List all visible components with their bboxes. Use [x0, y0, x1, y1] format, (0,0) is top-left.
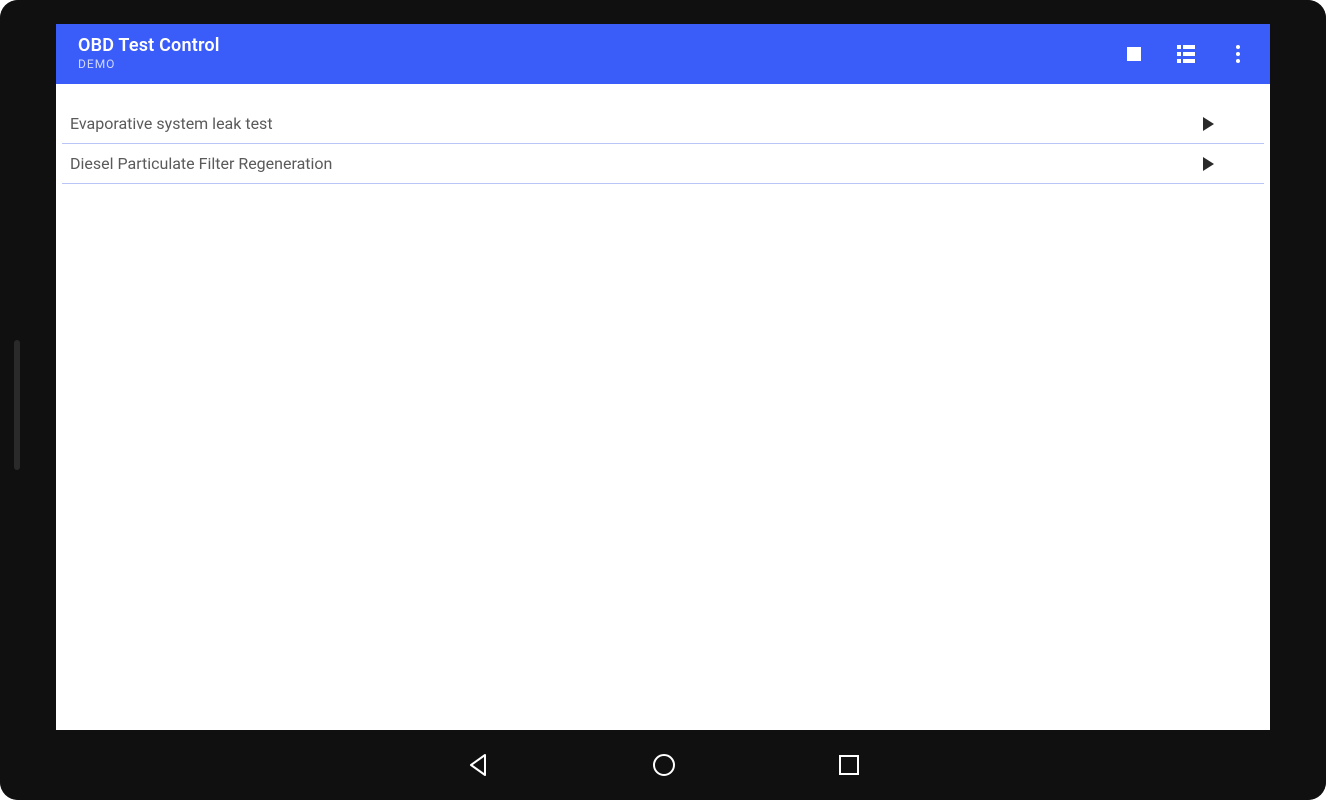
- app-screen: OBD Test Control DEMO: [56, 24, 1270, 730]
- bezel-left: [0, 0, 56, 800]
- recent-apps-icon: [837, 753, 861, 777]
- view-list-icon: [1177, 45, 1195, 63]
- stop-button[interactable]: [1120, 40, 1148, 68]
- home-icon: [651, 752, 677, 778]
- android-nav-bar: [56, 730, 1270, 800]
- play-icon: [1203, 117, 1214, 131]
- test-list: Evaporative system leak test Diesel Part…: [56, 84, 1270, 184]
- tablet-frame: OBD Test Control DEMO: [0, 0, 1326, 800]
- bezel-right: [1270, 0, 1326, 800]
- back-icon: [465, 752, 491, 778]
- view-list-button[interactable]: [1172, 40, 1200, 68]
- test-item-label: Diesel Particulate Filter Regeneration: [70, 154, 332, 173]
- stop-icon: [1127, 47, 1141, 61]
- nav-back-button[interactable]: [465, 752, 491, 778]
- test-item-dpf-regeneration[interactable]: Diesel Particulate Filter Regeneration: [62, 144, 1264, 184]
- app-bar-titles: OBD Test Control DEMO: [78, 36, 220, 72]
- nav-home-button[interactable]: [651, 752, 677, 778]
- nav-recent-apps-button[interactable]: [837, 753, 861, 777]
- app-title: OBD Test Control: [78, 36, 220, 57]
- app-subtitle: DEMO: [78, 58, 220, 72]
- test-item-label: Evaporative system leak test: [70, 114, 273, 133]
- app-bar: OBD Test Control DEMO: [56, 24, 1270, 84]
- overflow-menu-button[interactable]: [1224, 40, 1252, 68]
- test-item-evap-leak[interactable]: Evaporative system leak test: [62, 104, 1264, 144]
- volume-rocker: [14, 340, 20, 470]
- more-vert-icon: [1236, 45, 1240, 63]
- bezel-top: [0, 0, 1326, 24]
- play-icon: [1203, 157, 1214, 171]
- app-bar-actions: [1120, 40, 1252, 68]
